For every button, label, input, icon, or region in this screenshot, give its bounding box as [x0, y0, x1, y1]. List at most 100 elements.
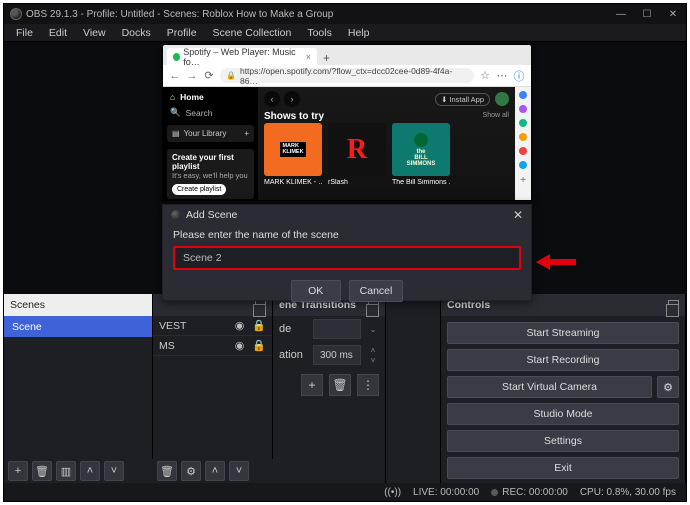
remove-source-button[interactable]: 🗑 [157, 461, 177, 481]
back-icon[interactable]: ← [169, 70, 181, 82]
spin-down-icon[interactable]: ˅ [367, 355, 379, 365]
history-forward-icon[interactable]: › [284, 91, 300, 107]
menu-scene-collection[interactable]: Scene Collection [205, 27, 300, 39]
source-row[interactable]: VEST ◉ 🔒 [153, 316, 272, 336]
tab-close-icon[interactable]: × [306, 52, 311, 62]
sidebar-add-icon[interactable]: + [520, 175, 526, 186]
show-card-title: MARK KLIMEK - … [264, 179, 322, 186]
scene-name-input[interactable]: Scene 2 [173, 246, 521, 270]
virtual-camera-settings-button[interactable]: ⚙ [657, 376, 679, 398]
remove-transition-button[interactable]: 🗑 [329, 374, 351, 396]
history-back-icon[interactable]: ‹ [264, 91, 280, 107]
scenes-dock-header[interactable]: Scenes [4, 294, 152, 316]
add-scene-dialog: Add Scene ✕ Please enter the name of the… [162, 204, 532, 301]
source-properties-button[interactable]: ⚙ [181, 461, 201, 481]
spin-up-icon[interactable]: ˄ [367, 345, 379, 355]
sidebar-dot-icon[interactable] [519, 119, 527, 127]
sidebar-dot-icon[interactable] [519, 91, 527, 99]
add-transition-button[interactable]: + [301, 374, 323, 396]
spotify-webapp: ⌂Home 🔍Search ▤Your Library + Create you… [163, 87, 515, 200]
menu-profile[interactable]: Profile [159, 27, 205, 39]
show-cover: MARKKLIMEK [264, 123, 322, 176]
start-virtual-camera-button[interactable]: Start Virtual Camera [447, 376, 652, 398]
download-icon: ⬇ [441, 95, 447, 104]
eye-icon[interactable]: ◉ [235, 339, 245, 352]
chevron-down-icon[interactable]: ⌄ [367, 324, 379, 334]
sidebar-dot-icon[interactable] [519, 133, 527, 141]
transition-menu-button[interactable]: ⋮ [357, 374, 379, 396]
url-text: https://open.spotify.com/?flow_ctx=dcc02… [240, 66, 468, 86]
edge-browser-window: Spotify – Web Player: Music fo… × + ← → … [162, 44, 532, 201]
nav-search[interactable]: 🔍Search [170, 107, 251, 118]
move-scene-up-button[interactable]: ˄ [80, 461, 100, 481]
obs-logo-icon [171, 210, 181, 220]
home-icon: ⌂ [170, 92, 175, 102]
show-card[interactable]: MARKKLIMEK MARK KLIMEK - … [264, 123, 322, 186]
menu-view[interactable]: View [75, 27, 114, 39]
favorites-icon[interactable]: ☆ [479, 69, 491, 82]
menu-icon[interactable]: ⋯ [496, 69, 508, 82]
menu-file[interactable]: File [8, 27, 41, 39]
forward-icon[interactable]: → [186, 70, 198, 82]
add-scene-button[interactable]: + [8, 461, 28, 481]
show-card[interactable]: theBILLSIMMONS The Bill Simmons … [392, 123, 450, 186]
source-row[interactable]: MS ◉ 🔒 [153, 336, 272, 356]
move-scene-down-button[interactable]: ˅ [104, 461, 124, 481]
show-cover: theBILLSIMMONS [392, 123, 450, 176]
address-bar[interactable]: 🔒 https://open.spotify.com/?flow_ctx=dcc… [220, 68, 474, 83]
dialog-prompt: Please enter the name of the scene [173, 229, 521, 241]
popout-icon[interactable] [668, 300, 679, 311]
dialog-close-button[interactable]: ✕ [513, 208, 523, 222]
docks-row: Scenes Scene VEST ◉ 🔒 [4, 294, 686, 483]
transition-duration-field[interactable]: 300 ms [313, 345, 361, 365]
move-source-up-button[interactable]: ˄ [205, 461, 225, 481]
search-icon: 🔍 [170, 107, 181, 118]
move-source-down-button[interactable]: ˅ [229, 461, 249, 481]
settings-button[interactable]: Settings [447, 430, 679, 452]
exit-button[interactable]: Exit [447, 457, 679, 479]
user-avatar[interactable] [495, 92, 509, 106]
sidebar-dot-icon[interactable] [519, 147, 527, 155]
your-library[interactable]: ▤Your Library + [167, 125, 254, 142]
studio-mode-button[interactable]: Studio Mode [447, 403, 679, 425]
cancel-button[interactable]: Cancel [349, 280, 404, 302]
obs-logo-icon [10, 8, 22, 20]
remove-scene-button[interactable]: 🗑 [32, 461, 52, 481]
menu-edit[interactable]: Edit [41, 27, 75, 39]
sidebar-dot-icon[interactable] [519, 105, 527, 113]
start-streaming-button[interactable]: Start Streaming [447, 322, 679, 344]
transition-mode-select[interactable] [313, 319, 361, 339]
ok-button[interactable]: OK [291, 280, 341, 302]
menu-docks[interactable]: Docks [114, 27, 159, 39]
dialog-title: Add Scene [186, 209, 237, 221]
install-app-button[interactable]: ⬇Install App [435, 93, 490, 106]
menu-help[interactable]: Help [340, 27, 378, 39]
minimize-button[interactable]: — [608, 4, 634, 24]
plus-icon[interactable]: + [244, 129, 249, 138]
source-label: MS [159, 340, 175, 352]
sidebar-dot-icon[interactable] [519, 161, 527, 169]
menu-tools[interactable]: Tools [299, 27, 340, 39]
network-icon: ((•)) [384, 487, 401, 498]
show-card-title: rSlash [328, 179, 386, 186]
eye-icon[interactable]: ◉ [235, 319, 245, 332]
new-tab-button[interactable]: + [317, 51, 336, 65]
scene-item[interactable]: Scene [4, 316, 152, 337]
reload-icon[interactable]: ⟳ [203, 69, 215, 82]
status-live: LIVE: 00:00:00 [413, 487, 479, 498]
browser-toolbar: ← → ⟳ 🔒 https://open.spotify.com/?flow_c… [163, 65, 531, 87]
record-dot-icon [491, 489, 498, 496]
create-playlist-button[interactable]: Create playlist [172, 184, 226, 195]
browser-tab[interactable]: Spotify – Web Player: Music fo… × [167, 48, 317, 65]
scene-filters-button[interactable]: ▥ [56, 461, 76, 481]
spotify-sidebar: ⌂Home 🔍Search ▤Your Library + Create you… [163, 87, 258, 200]
nav-home[interactable]: ⌂Home [170, 92, 251, 102]
show-card[interactable]: R rSlash [328, 123, 386, 186]
start-recording-button[interactable]: Start Recording [447, 349, 679, 371]
lock-icon[interactable]: 🔒 [252, 319, 266, 332]
scenes-dock-title: Scenes [10, 299, 45, 311]
maximize-button[interactable]: ☐ [634, 4, 660, 24]
close-button[interactable]: ✕ [660, 4, 686, 24]
copilot-icon[interactable]: ⓘ [513, 68, 525, 84]
lock-icon[interactable]: 🔒 [252, 339, 266, 352]
